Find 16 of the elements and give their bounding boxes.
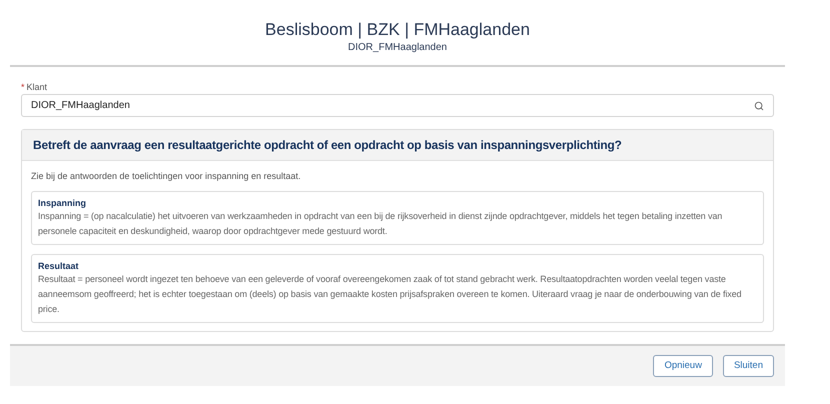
modal-title: Beslisboom | BZK | FMHaaglanden (265, 19, 530, 41)
answer-text: Resultaat = personeel wordt ingezet ten behoeve van een geleverde of vooraf overeengekomen zaak of tot stand gebracht werk. Resultaatopdrachten worden veelal tegen vaste aanneemsom geoffreerd; het is echter toegestaan om (deels) op basis van gemaakte kosten prijsafspraken overeen te komen. Uiteraard vraag je naar de onderbouwing van de fixed price. (38, 273, 742, 316)
modal-subtitle: DIOR_FMHaaglanden (348, 41, 447, 54)
search-icon[interactable] (754, 100, 764, 110)
footer-button[interactable]: Opnieuw (653, 355, 713, 377)
answer-card[interactable] (31, 254, 764, 323)
search-field[interactable]: DIOR_FMHaaglanden (21, 94, 774, 117)
answer-text: Inspanning = (op nacalculatie) het uitvoeren van werkzaamheden in opdracht van een bij de rijksoverheid in dienst zijnde opdrachtgever, middels het tegen betaling inzetten van personele capaciteit en deskundigheid, waarop door opdrachtgever mede gestuurd wordt. (38, 210, 724, 238)
intro-text: Zie bij de antwoorden de toelichtingen voor inspanning en resultaat. (31, 170, 302, 182)
answer-title: Resultaat (38, 260, 80, 272)
required-marker: * (21, 81, 25, 93)
field-label: Klant (26, 81, 48, 93)
question-title: Betreft de aanvraag een resultaatgerichte opdracht of een opdracht op basis van inspanningsverplichting? (33, 137, 622, 154)
answer-title: Inspanning (38, 197, 87, 209)
answer-card[interactable] (31, 191, 764, 245)
footer-button[interactable]: Sluiten (722, 355, 774, 377)
